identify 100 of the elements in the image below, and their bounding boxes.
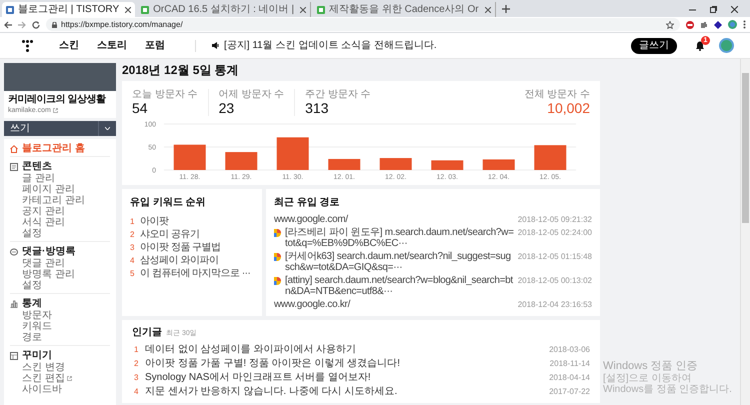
close-icon[interactable]	[484, 6, 491, 12]
menu-link[interactable]: 글 관리	[22, 173, 55, 184]
card-title: 최근 유입 경로	[274, 197, 341, 209]
external-link-icon	[66, 376, 72, 381]
post-link[interactable]: 아이팟 정품 가품 구별! 정품 아이팟은 이렇게 생겼습니다!	[145, 358, 400, 369]
extension-icon[interactable]	[714, 20, 722, 28]
bell-icon[interactable]	[695, 40, 705, 50]
keyword-link[interactable]: 샤오미 공유기	[140, 229, 200, 240]
menu-link[interactable]: 스킨 변경	[22, 362, 65, 373]
referrer-link[interactable]: [커세어k63] search.daum.net/search?nil_suggest=sugsch&w=tot&DA=GIQ&sq=···	[285, 251, 514, 273]
menu-link[interactable]: 방문자	[22, 310, 52, 321]
d-logo-icon	[274, 229, 281, 237]
menu-link[interactable]: 사이드바	[22, 384, 62, 395]
activation-text: [설정]으로 이동하여 Windows를 정품 인증합니다.	[603, 373, 733, 395]
post-link[interactable]: 데이터 없이 삼성페이를 와이파이에서 사용하기	[145, 344, 356, 355]
favicon-icon	[317, 6, 326, 14]
card-title: 유입 키워드 순위	[130, 197, 207, 209]
post-date: 2018-03-06	[549, 344, 590, 356]
menu-link[interactable]: 카테고리 관리	[22, 195, 85, 206]
star-icon[interactable]	[666, 20, 674, 28]
rank-number: 3	[130, 242, 135, 254]
rank-number: 1	[134, 344, 139, 356]
restore-icon[interactable]	[710, 6, 717, 13]
d-logo-icon	[274, 277, 281, 285]
stat-value: 54	[132, 100, 149, 116]
chart-bar	[431, 160, 464, 170]
avatar[interactable]	[719, 38, 734, 53]
home-link[interactable]: 블로그관리 홈	[10, 142, 110, 157]
d-logo-icon	[274, 253, 281, 261]
blog-name[interactable]: 커미레이크의 일상생활	[8, 94, 112, 106]
nav-link[interactable]: 포럼	[145, 40, 165, 52]
lock-icon	[52, 22, 57, 28]
close-icon[interactable]	[125, 6, 132, 12]
chart-bar	[534, 145, 566, 170]
rank-number: 2	[130, 228, 135, 240]
post-link[interactable]: Synology NAS에서 마인크래프트 서버를 열어보자!	[145, 372, 371, 383]
stat-value: 23	[218, 100, 236, 116]
back-icon[interactable]	[4, 20, 12, 28]
post-link[interactable]: 지문 센서가 반응하지 않습니다. 나중에 다시 시도하세요.	[145, 386, 398, 397]
profile-avatar-icon[interactable]	[728, 20, 737, 29]
referrer-link[interactable]: [라즈베리 파이 윈도우] m.search.daum.net/search?w=tot&q=%EB%9D%BC%EC···	[285, 227, 514, 249]
referrer-link[interactable]: www.google.com/	[274, 214, 514, 225]
menu-group-title: 콘텐츠	[22, 160, 52, 172]
keyword-link[interactable]: 이 컴퓨터에 마지막으로 ···	[140, 268, 250, 279]
keyword-link[interactable]: 아이팟 정품 구별법	[140, 242, 221, 253]
keyword-link[interactable]: 아이팟	[140, 216, 168, 227]
menu-link[interactable]: 경로	[22, 332, 42, 343]
post-date: 2017-07-22	[549, 386, 590, 398]
chart-bar	[174, 144, 206, 170]
menu-link[interactable]: 서식 관리	[22, 217, 65, 228]
reload-icon[interactable]	[32, 20, 40, 28]
card-title: 인기글	[132, 327, 162, 339]
more-icon[interactable]	[743, 20, 746, 29]
rank-number: 4	[134, 386, 139, 398]
keyword-link[interactable]: 삼성페이 와이파이	[140, 255, 218, 266]
menu-group-title: 꾸미기	[22, 350, 52, 362]
speech-bubble-icon	[10, 248, 18, 256]
chart-bar	[328, 158, 360, 170]
notice-link[interactable]: [공지] 11월 스킨 업데이트 소식을 전해드립니다.	[224, 40, 437, 52]
stat-value: 313	[305, 100, 330, 116]
post-date: 2018-04-14	[549, 372, 590, 384]
close-icon[interactable]	[731, 6, 738, 13]
bar-chart-icon	[10, 300, 18, 308]
stat-label: 전체 방문자 수	[524, 89, 590, 100]
close-icon[interactable]	[300, 6, 306, 12]
stat-value: 10,002	[547, 100, 590, 116]
nav-link[interactable]: 스토리	[97, 40, 127, 52]
menu-link[interactable]: 스킨 편집	[22, 373, 65, 384]
menu-link[interactable]: 설정	[22, 280, 42, 291]
external-link-icon	[52, 108, 58, 113]
visit-time: 2018-12-04 23:16:53	[518, 299, 592, 310]
menu-link[interactable]: 댓글 관리	[22, 258, 65, 269]
menu-group-title: 댓글·방명록	[22, 246, 76, 258]
menu-link[interactable]: 방명록 관리	[22, 269, 75, 280]
rank-number: 5	[130, 268, 135, 280]
address-bar[interactable]: https://bxmpe.tistory.com/manage/	[46, 18, 680, 31]
stat-label: 오늘 방문자 수	[132, 89, 198, 100]
menu-link[interactable]: 키워드	[22, 321, 52, 332]
write-button[interactable]: 글쓰기	[631, 38, 677, 54]
new-tab-icon[interactable]	[502, 5, 510, 13]
rank-number: 3	[134, 372, 139, 384]
visit-time: 2018-12-05 01:15:48	[518, 251, 592, 262]
menu-link[interactable]: 설정	[22, 228, 42, 239]
post-date: 2018-11-14	[550, 358, 590, 370]
referrer-link[interactable]: www.google.co.kr/	[274, 299, 514, 310]
scrollbar[interactable]	[740, 59, 750, 405]
favicon-icon	[141, 6, 150, 14]
menu-link[interactable]: 공지 관리	[22, 206, 65, 217]
nav-link[interactable]: 스킨	[59, 40, 79, 52]
tistory-logo-icon[interactable]	[22, 40, 33, 52]
rank-number: 1	[130, 216, 135, 228]
menu-link[interactable]: 페이지 관리	[22, 184, 75, 195]
house-icon	[10, 145, 18, 153]
browser-tab[interactable]: 블로그관리 | TISTORY	[2, 2, 136, 17]
layout-icon	[10, 352, 18, 360]
rank-number: 4	[130, 254, 135, 266]
visit-time: 2018-12-05 00:13:02	[518, 275, 592, 286]
extension-icon[interactable]	[686, 20, 694, 28]
chart-bar	[225, 152, 258, 170]
visit-time: 2018-12-05 02:24:00	[518, 227, 592, 238]
